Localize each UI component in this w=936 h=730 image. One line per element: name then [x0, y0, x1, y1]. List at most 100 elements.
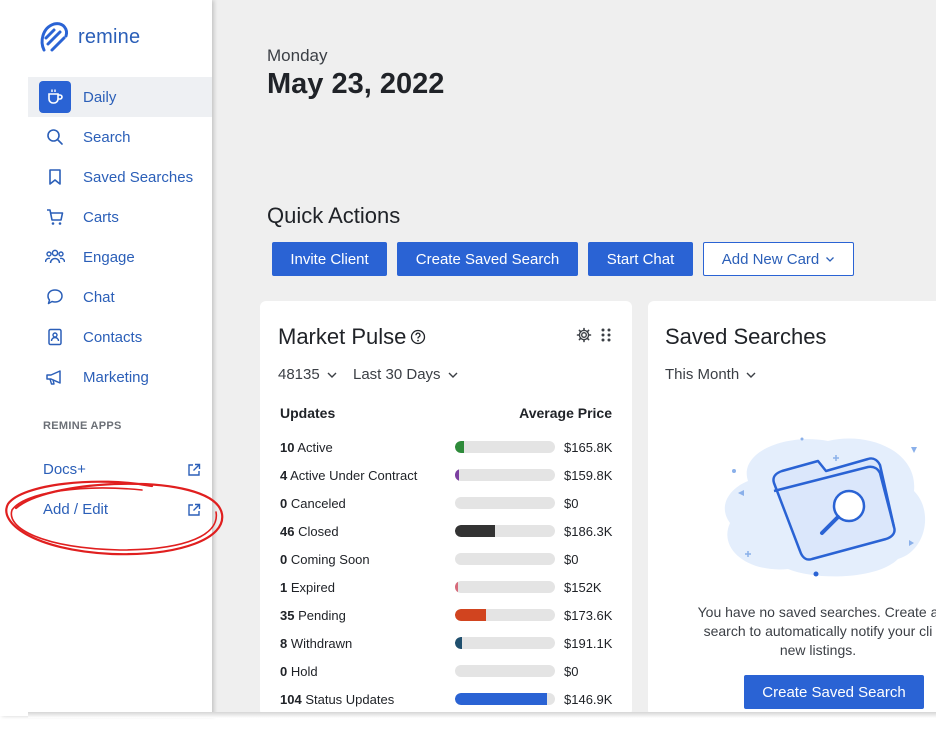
- remine-logo-icon: [40, 22, 68, 52]
- drag-handle-icon[interactable]: [600, 328, 612, 342]
- sidebar-item-contacts[interactable]: Contacts: [28, 317, 212, 357]
- gear-icon[interactable]: [576, 327, 592, 343]
- progress-bar-track: [455, 441, 555, 453]
- row-count: 1: [280, 579, 288, 595]
- row-status: Coming Soon: [290, 551, 370, 567]
- add-new-card-button[interactable]: Add New Card: [703, 242, 854, 276]
- invite-client-button[interactable]: Invite Client: [272, 242, 387, 276]
- start-chat-button[interactable]: Start Chat: [588, 242, 693, 276]
- megaphone-icon: [39, 361, 71, 393]
- row-status: Hold: [290, 663, 318, 679]
- saved-searches-title: Saved Searches: [665, 324, 827, 349]
- row-status: Pending: [298, 607, 346, 623]
- row-label: 4 Active Under Contract: [280, 468, 455, 483]
- main-content: Monday May 23, 2022 Quick Actions Invite…: [212, 0, 936, 716]
- progress-bar-track: [455, 665, 555, 677]
- add-new-card-label: Add New Card: [721, 250, 820, 268]
- sidebar-item-search[interactable]: Search: [28, 117, 212, 157]
- apps-heading: REMINE APPS: [43, 420, 122, 432]
- sidebar-item-engage[interactable]: Engage: [28, 237, 212, 277]
- zip-filter-dropdown[interactable]: 48135: [278, 366, 338, 383]
- sidebar-item-marketing[interactable]: Marketing: [28, 357, 212, 397]
- sidebar-item-chat[interactable]: Chat: [28, 277, 212, 317]
- zip-filter-value: 48135: [278, 366, 320, 383]
- date-title: May 23, 2022: [267, 68, 445, 100]
- logo[interactable]: remine: [38, 20, 140, 54]
- sidebar: remine Daily Search Saved Searches Carts…: [0, 0, 212, 716]
- market-pulse-row[interactable]: 1 Expired $152K: [280, 577, 620, 597]
- row-status: Canceled: [290, 495, 346, 511]
- row-label: 10 Active: [280, 440, 455, 455]
- app-link-label: Docs+: [43, 461, 86, 478]
- row-count: 0: [280, 663, 288, 679]
- app-link-add-edit[interactable]: Add / Edit: [43, 501, 201, 518]
- sidebar-item-label: Carts: [83, 208, 119, 226]
- message-line: You have no saved searches. Create a: [697, 604, 936, 620]
- updates-column-header: Updates: [280, 405, 336, 421]
- sidebar-item-daily[interactable]: Daily: [28, 77, 212, 117]
- market-pulse-row[interactable]: 0 Hold $0: [280, 661, 620, 681]
- help-circle-icon[interactable]: [410, 329, 426, 345]
- row-count: 46: [280, 523, 295, 539]
- row-status: Active: [297, 439, 333, 455]
- row-count: 104: [280, 691, 302, 707]
- market-pulse-row[interactable]: 8 Withdrawn $191.1K: [280, 633, 620, 653]
- row-price: $173.6K: [564, 607, 613, 623]
- chevron-down-icon: [746, 372, 756, 378]
- logo-text: remine: [78, 25, 141, 48]
- progress-bar-fill: [455, 581, 458, 593]
- sidebar-item-carts[interactable]: Carts: [28, 197, 212, 237]
- quick-actions-title: Quick Actions: [267, 203, 401, 228]
- row-label: 35 Pending: [280, 608, 455, 623]
- sidebar-item-label: Marketing: [83, 368, 149, 386]
- progress-bar-fill: [455, 637, 462, 649]
- progress-bar-track: [455, 497, 555, 509]
- sidebar-item-label: Search: [83, 128, 131, 146]
- period-filter-dropdown[interactable]: Last 30 Days: [353, 366, 459, 383]
- app-window: remine Daily Search Saved Searches Carts…: [0, 0, 936, 730]
- market-pulse-row[interactable]: 0 Coming Soon $0: [280, 549, 620, 569]
- progress-bar-fill: [455, 609, 486, 621]
- row-price: $191.1K: [564, 635, 613, 651]
- progress-bar-fill: [455, 525, 495, 537]
- chat-bubble-icon: [39, 281, 71, 313]
- market-pulse-row[interactable]: 35 Pending $173.6K: [280, 605, 620, 625]
- market-pulse-row[interactable]: 104 Status Updates $146.9K: [280, 689, 620, 709]
- market-pulse-row[interactable]: 0 Canceled $0: [280, 493, 620, 513]
- market-pulse-title: Market Pulse: [278, 324, 407, 349]
- date-day: Monday: [267, 46, 328, 65]
- row-count: 10: [280, 439, 295, 455]
- market-pulse-title-wrap: Market Pulse: [278, 324, 426, 350]
- market-pulse-row[interactable]: 46 Closed $186.3K: [280, 521, 620, 541]
- row-count: 35: [280, 607, 295, 623]
- bookmark-icon: [39, 161, 71, 193]
- sidebar-nav: Daily Search Saved Searches Carts Engage…: [28, 77, 212, 397]
- row-status: Closed: [298, 523, 339, 539]
- row-price: $165.8K: [564, 439, 613, 455]
- market-pulse-row[interactable]: 4 Active Under Contract $159.8K: [280, 465, 620, 485]
- row-status: Expired: [290, 579, 335, 595]
- row-label: 8 Withdrawn: [280, 636, 455, 651]
- sidebar-item-label: Saved Searches: [83, 168, 194, 186]
- progress-bar-fill: [455, 693, 547, 705]
- sidebar-item-saved-searches[interactable]: Saved Searches: [28, 157, 212, 197]
- row-price: $152K: [564, 579, 602, 595]
- progress-bar-track: [455, 581, 555, 593]
- create-saved-search-card-button[interactable]: Create Saved Search: [744, 675, 924, 709]
- coffee-cup-icon: [39, 81, 71, 113]
- saved-searches-period-dropdown[interactable]: This Month: [665, 366, 757, 383]
- progress-bar-track: [455, 637, 555, 649]
- progress-bar-track: [455, 525, 555, 537]
- app-link-label: Add / Edit: [43, 501, 109, 518]
- row-label: 0 Hold: [280, 664, 455, 679]
- bottom-edge: [28, 712, 936, 718]
- create-saved-search-button[interactable]: Create Saved Search: [397, 242, 578, 276]
- app-link-docs[interactable]: Docs+: [43, 461, 201, 478]
- market-pulse-row[interactable]: 10 Active $165.8K: [280, 437, 620, 457]
- row-label: 0 Coming Soon: [280, 552, 455, 567]
- row-price: $146.9K: [564, 691, 613, 707]
- row-status: Status Updates: [305, 691, 395, 707]
- row-count: 0: [280, 495, 288, 511]
- row-count: 0: [280, 551, 288, 567]
- period-filter-value: Last 30 Days: [353, 366, 441, 383]
